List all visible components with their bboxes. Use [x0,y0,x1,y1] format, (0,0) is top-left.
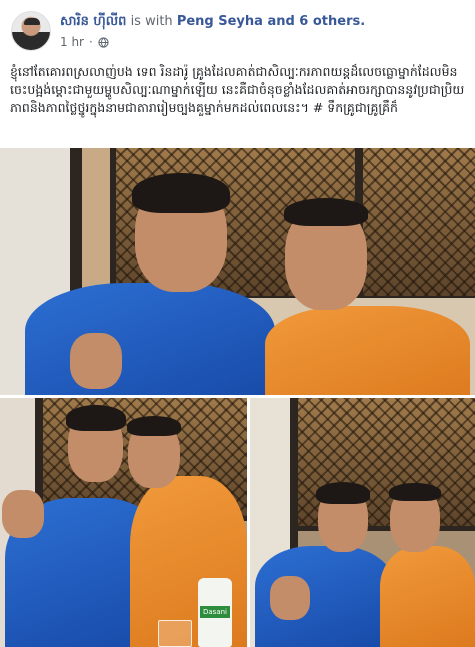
with-text: is with [130,14,173,29]
post-photo-main[interactable] [0,148,475,395]
bottle-label: Dasani [200,606,230,618]
author-name-link[interactable]: សារិន ហ៊ីលីព [60,14,126,29]
drinking-glass [158,620,192,647]
post-header: សារិន ហ៊ីលីព is with Peng Seyha and 6 ot… [0,0,475,58]
post-timestamp[interactable]: 1 hr [60,35,84,49]
author-line: សារិន ហ៊ីលីព is with Peng Seyha and 6 ot… [60,13,365,32]
author-avatar[interactable] [11,11,51,51]
post-meta: 1 hr · [60,35,109,49]
frame-post [110,148,116,298]
globe-icon[interactable] [98,36,109,48]
tagged-people-link[interactable]: Peng Seyha and 6 others. [177,14,365,29]
water-bottle: Dasani [198,578,232,647]
meta-dot: · [89,35,93,49]
post-text: ខ្ញុំនៅតែគោរពស្រលាញ់បង ទេព រិនដារ៉ូ គ្រូ… [10,64,465,115]
post-photo-left[interactable]: Dasani [0,398,247,647]
post-photo-right[interactable] [250,398,475,647]
